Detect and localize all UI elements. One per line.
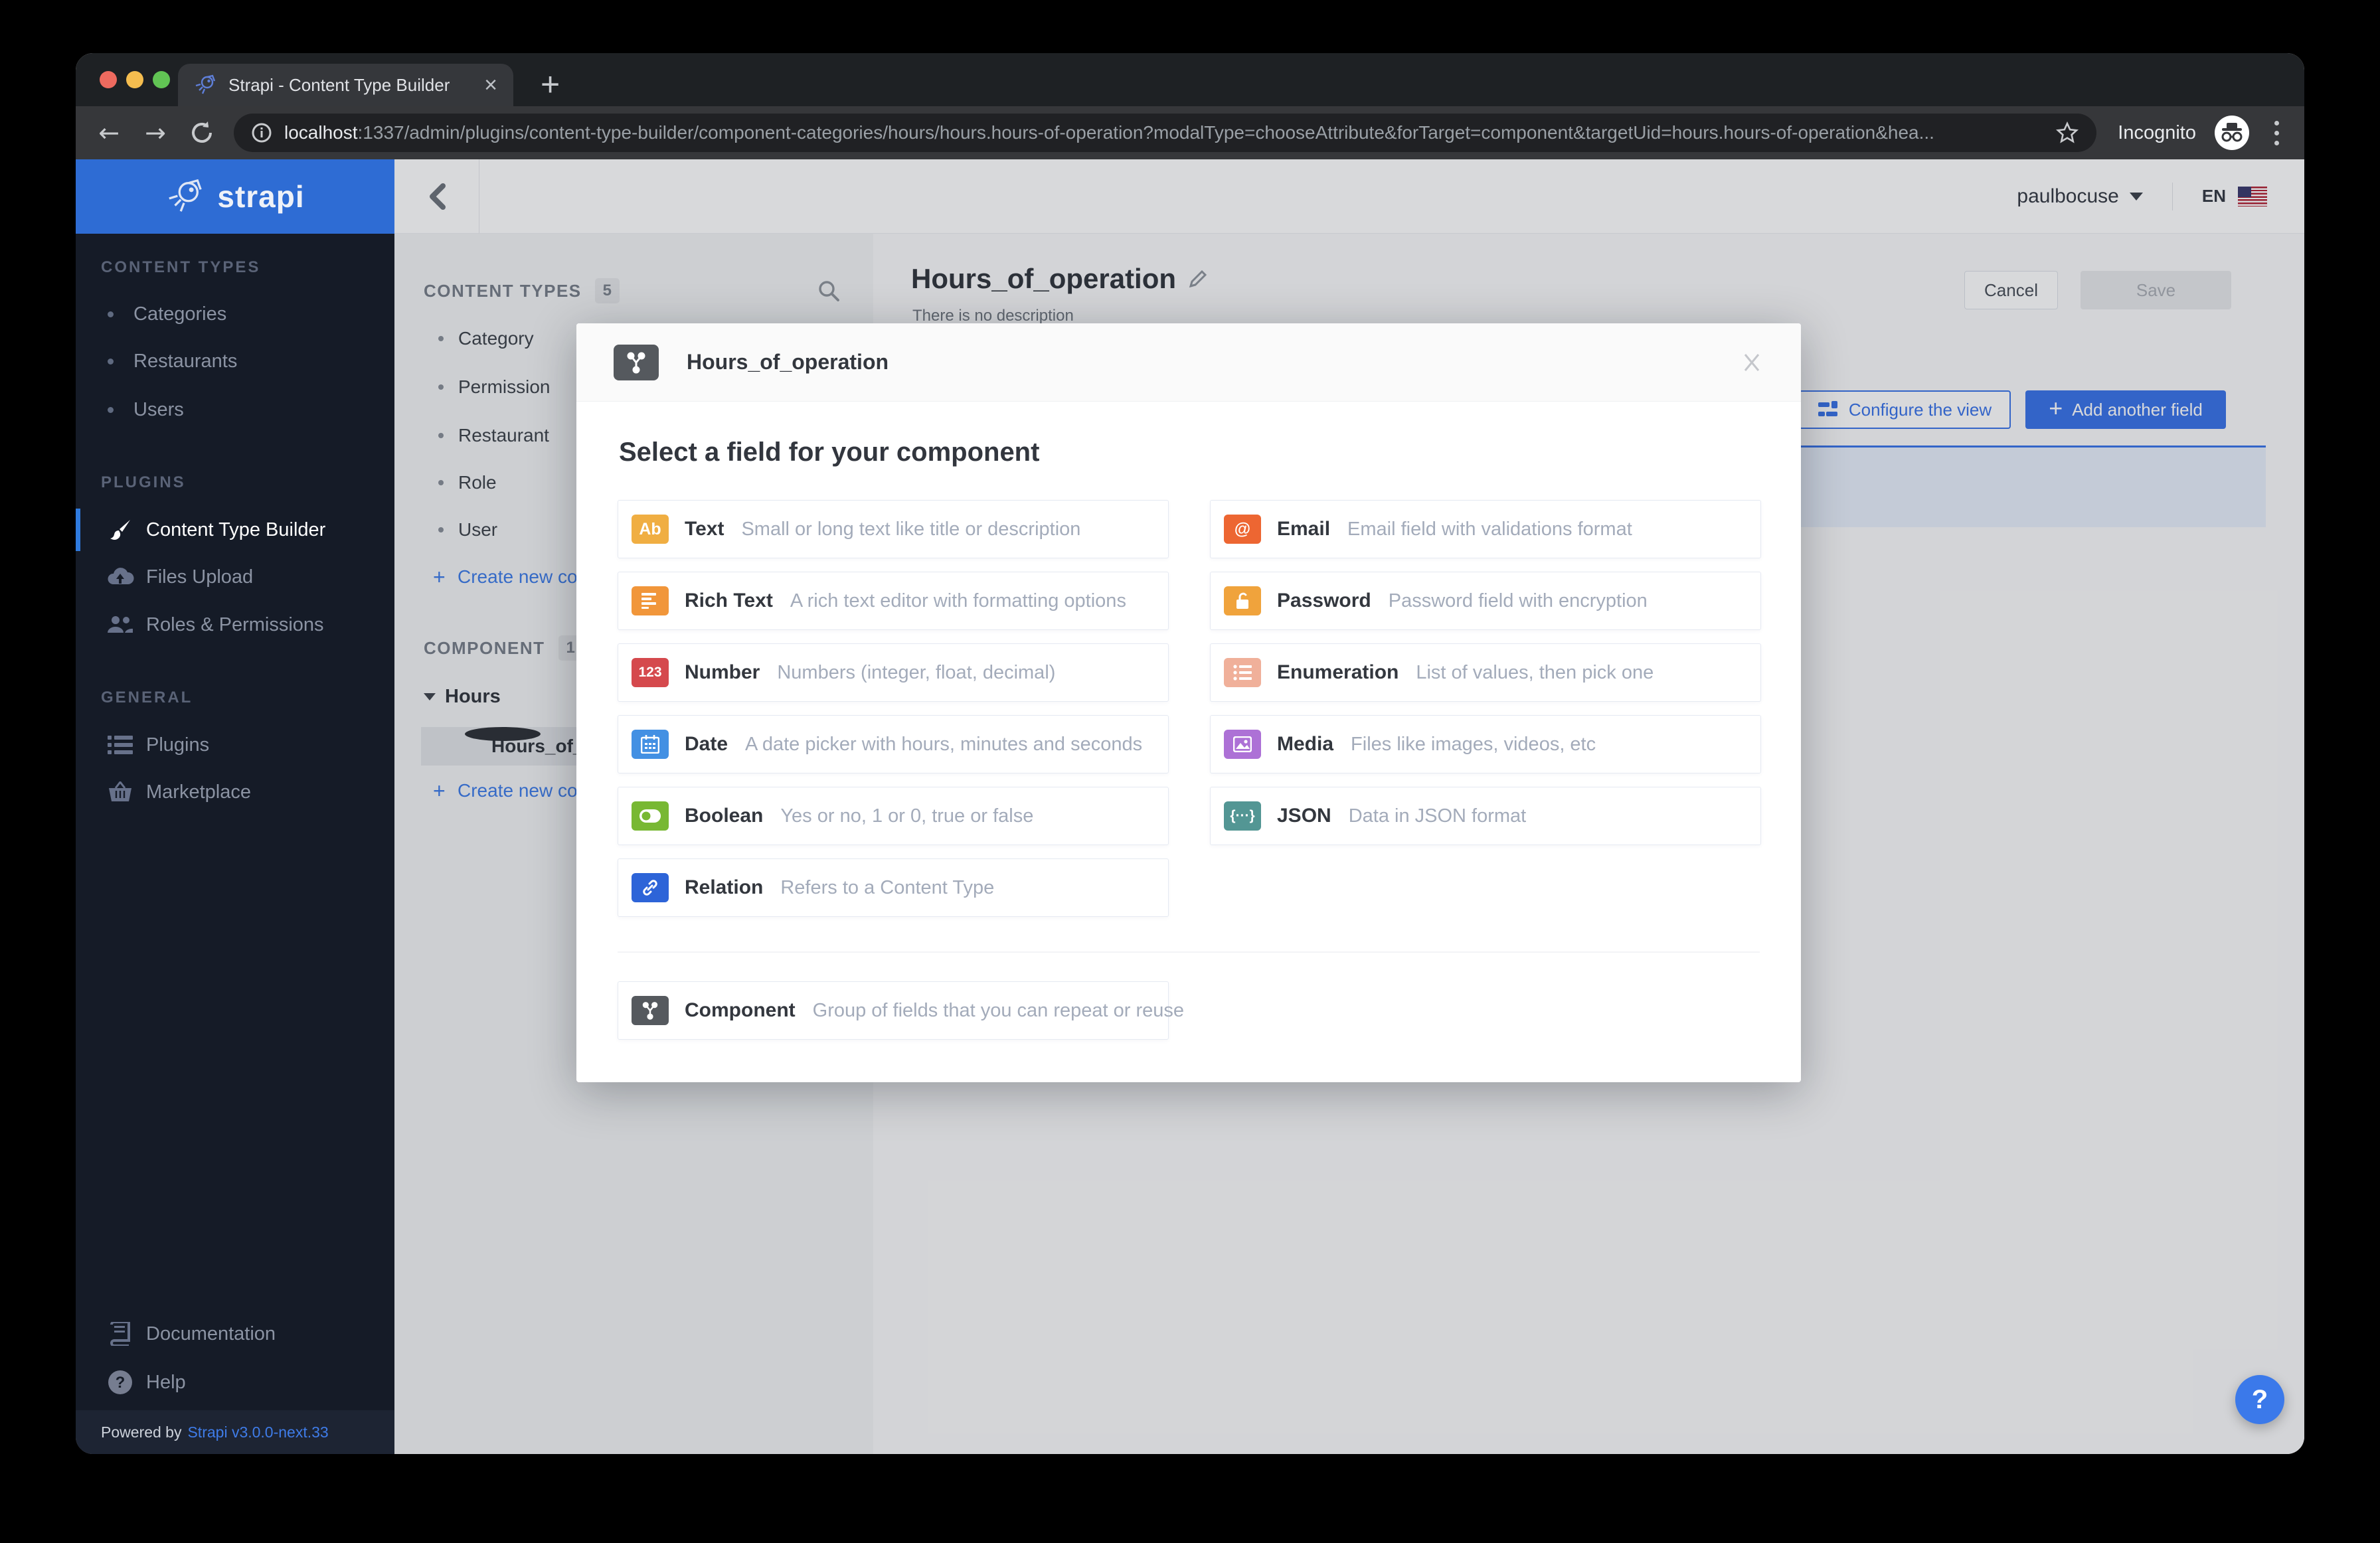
window-minimize-button[interactable] — [126, 71, 143, 88]
window-zoom-button[interactable] — [153, 71, 170, 88]
enumeration-field-icon — [1224, 658, 1261, 687]
field-card-enumeration[interactable]: Enumeration List of values, then pick on… — [1210, 643, 1761, 702]
field-card-media[interactable]: Media Files like images, videos, etc — [1210, 715, 1761, 773]
sidebar-item-users[interactable]: Users — [76, 388, 394, 431]
strapi-favicon-icon — [194, 74, 216, 96]
strapi-logo[interactable]: strapi — [76, 159, 394, 234]
field-card-number[interactable]: 123 Number Numbers (integer, float, deci… — [618, 643, 1169, 702]
component-icon — [614, 344, 659, 380]
modal-title: Hours_of_operation — [687, 350, 889, 374]
field-card-email[interactable]: @ Email Email field with validations for… — [1210, 500, 1761, 558]
choose-attribute-modal: Hours_of_operation Select a field for yo… — [576, 323, 1801, 1082]
component-field-icon — [632, 996, 669, 1025]
field-card-password[interactable]: Password Password field with encryption — [1210, 572, 1761, 630]
sidebar-item-roles-permissions[interactable]: Roles & Permissions — [76, 604, 394, 646]
new-tab-button[interactable]: + — [541, 65, 560, 104]
field-card-text[interactable]: Ab Text Small or long text like title or… — [618, 500, 1169, 558]
powered-by-label: Powered by — [101, 1423, 182, 1441]
sidebar-item-files-upload[interactable]: Files Upload — [76, 556, 394, 598]
media-field-icon — [1224, 730, 1261, 759]
field-card-json[interactable]: {···} JSON Data in JSON format — [1210, 787, 1761, 845]
forward-icon[interactable]: → — [141, 118, 170, 147]
sidebar: strapi CONTENT TYPES Categories Restaura… — [76, 159, 394, 1454]
strapi-version-link[interactable]: Strapi v3.0.0-next.33 — [187, 1423, 328, 1441]
bullet-icon — [108, 311, 114, 317]
richtext-field-icon — [632, 586, 669, 615]
reload-icon[interactable] — [187, 118, 216, 147]
list-icon — [105, 732, 135, 758]
question-circle-icon: ? — [105, 1369, 135, 1396]
brand-name: strapi — [217, 179, 305, 214]
book-icon — [105, 1321, 135, 1347]
incognito-label: Incognito — [2118, 122, 2196, 143]
modal-divider — [618, 951, 1760, 953]
strapi-rocket-icon — [169, 179, 203, 212]
browser-menu-icon[interactable] — [2274, 120, 2279, 145]
bookmark-star-icon[interactable] — [2055, 121, 2079, 145]
paintbrush-icon — [105, 517, 135, 543]
email-field-icon: @ — [1224, 515, 1261, 544]
boolean-field-icon — [632, 801, 669, 831]
tab-title: Strapi - Content Type Builder — [228, 74, 450, 95]
general-section-label: GENERAL — [101, 689, 193, 706]
json-field-icon: {···} — [1224, 801, 1261, 831]
field-card-richtext[interactable]: Rich Text A rich text editor with format… — [618, 572, 1169, 630]
basket-icon — [105, 779, 135, 805]
date-field-icon — [632, 730, 669, 759]
address-bar[interactable]: localhost :1337/admin/plugins/content-ty… — [234, 114, 2097, 152]
field-card-date[interactable]: Date A date picker with hours, minutes a… — [618, 715, 1169, 773]
active-indicator — [76, 509, 80, 551]
sidebar-item-plugins[interactable]: Plugins — [76, 724, 394, 766]
sidebar-item-marketplace[interactable]: Marketplace — [76, 771, 394, 813]
help-fab-button[interactable]: ? — [2235, 1375, 2284, 1424]
url-host: localhost — [284, 122, 358, 143]
cloud-upload-icon — [105, 564, 135, 590]
plugins-section-label: PLUGINS — [101, 473, 186, 491]
content-types-section-label: CONTENT TYPES — [101, 258, 261, 276]
browser-toolbar: ← → localhost :1337/admin/plugins/conten… — [76, 106, 2304, 159]
bullet-icon — [108, 358, 114, 365]
bullet-icon — [108, 406, 114, 413]
text-field-icon: Ab — [632, 515, 669, 544]
sidebar-item-categories[interactable]: Categories — [76, 293, 394, 335]
sidebar-item-restaurants[interactable]: Restaurants — [76, 340, 394, 382]
window-close-button[interactable] — [100, 71, 117, 88]
browser-tab-bar: Strapi - Content Type Builder × + — [76, 53, 2304, 106]
incognito-icon — [2215, 116, 2249, 150]
modal-header: Hours_of_operation — [576, 323, 1801, 402]
tab-close-icon[interactable]: × — [484, 74, 497, 96]
relation-field-icon — [632, 873, 669, 902]
browser-window: Strapi - Content Type Builder × + ← → lo… — [76, 53, 2304, 1454]
back-icon[interactable]: ← — [94, 118, 124, 147]
number-field-icon: 123 — [632, 658, 669, 687]
sidebar-item-help[interactable]: ? Help — [76, 1361, 394, 1404]
field-card-relation[interactable]: Relation Refers to a Content Type — [618, 858, 1169, 917]
modal-close-icon[interactable] — [1740, 351, 1764, 374]
modal-heading: Select a field for your component — [619, 438, 1040, 467]
svg-text:?: ? — [116, 1374, 126, 1392]
sidebar-item-content-type-builder[interactable]: Content Type Builder — [76, 509, 394, 551]
url-path: :1337/admin/plugins/content-type-builder… — [357, 122, 1934, 143]
field-card-component[interactable]: Component Group of fields that you can r… — [618, 981, 1184, 1040]
site-info-icon[interactable] — [251, 122, 272, 143]
sidebar-item-documentation[interactable]: Documentation — [76, 1313, 394, 1355]
users-icon — [105, 611, 135, 638]
password-field-icon — [1224, 586, 1261, 615]
field-card-boolean[interactable]: Boolean Yes or no, 1 or 0, true or false — [618, 787, 1169, 845]
browser-tab[interactable]: Strapi - Content Type Builder × — [178, 64, 513, 106]
powered-by-footer: Powered by Strapi v3.0.0-next.33 — [76, 1410, 394, 1454]
